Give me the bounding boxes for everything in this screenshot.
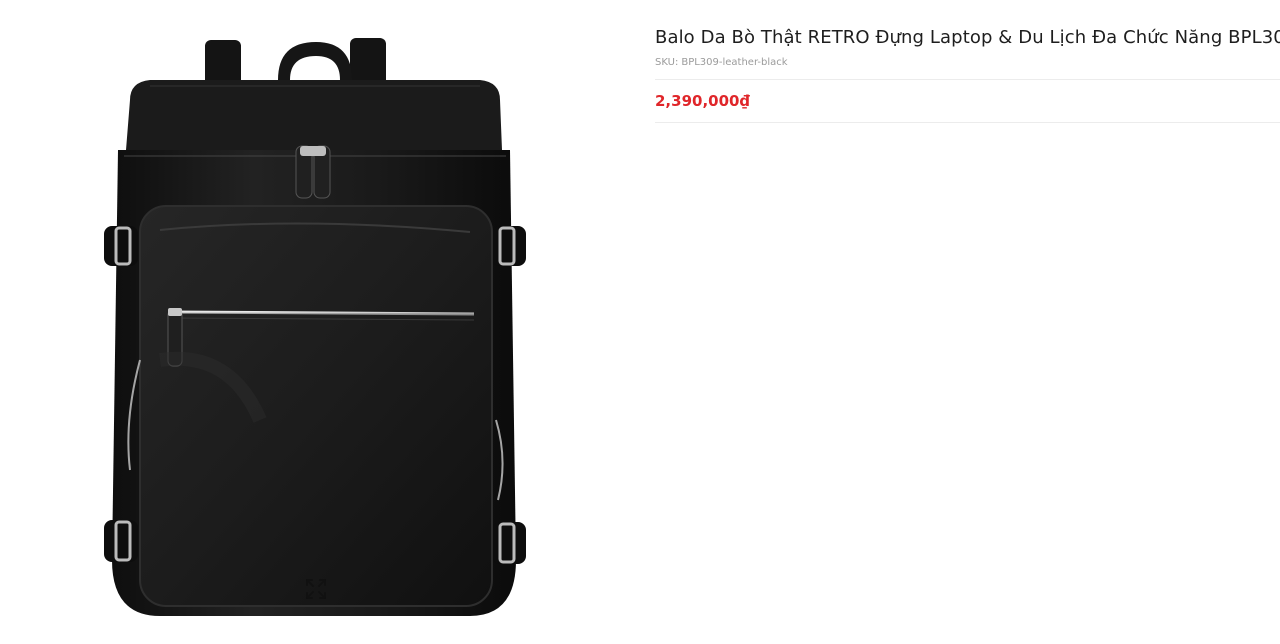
expand-icon[interactable] xyxy=(304,577,328,601)
product-image[interactable] xyxy=(0,0,632,644)
product-price: 2,390,000₫ xyxy=(655,92,750,110)
divider xyxy=(655,122,1280,123)
sku-label: SKU: xyxy=(655,57,679,68)
product-page: Balo Da Bò Thật RETRO Đựng Laptop & Du L… xyxy=(0,0,1280,644)
product-title: Balo Da Bò Thật RETRO Đựng Laptop & Du L… xyxy=(655,27,1280,48)
product-gallery xyxy=(0,0,632,644)
product-sku: SKU: BPL309-leather-black xyxy=(655,56,1280,70)
sku-value: BPL309-leather-black xyxy=(681,57,788,68)
divider xyxy=(655,79,1280,80)
product-info: Balo Da Bò Thật RETRO Đựng Laptop & Du L… xyxy=(655,26,1280,123)
